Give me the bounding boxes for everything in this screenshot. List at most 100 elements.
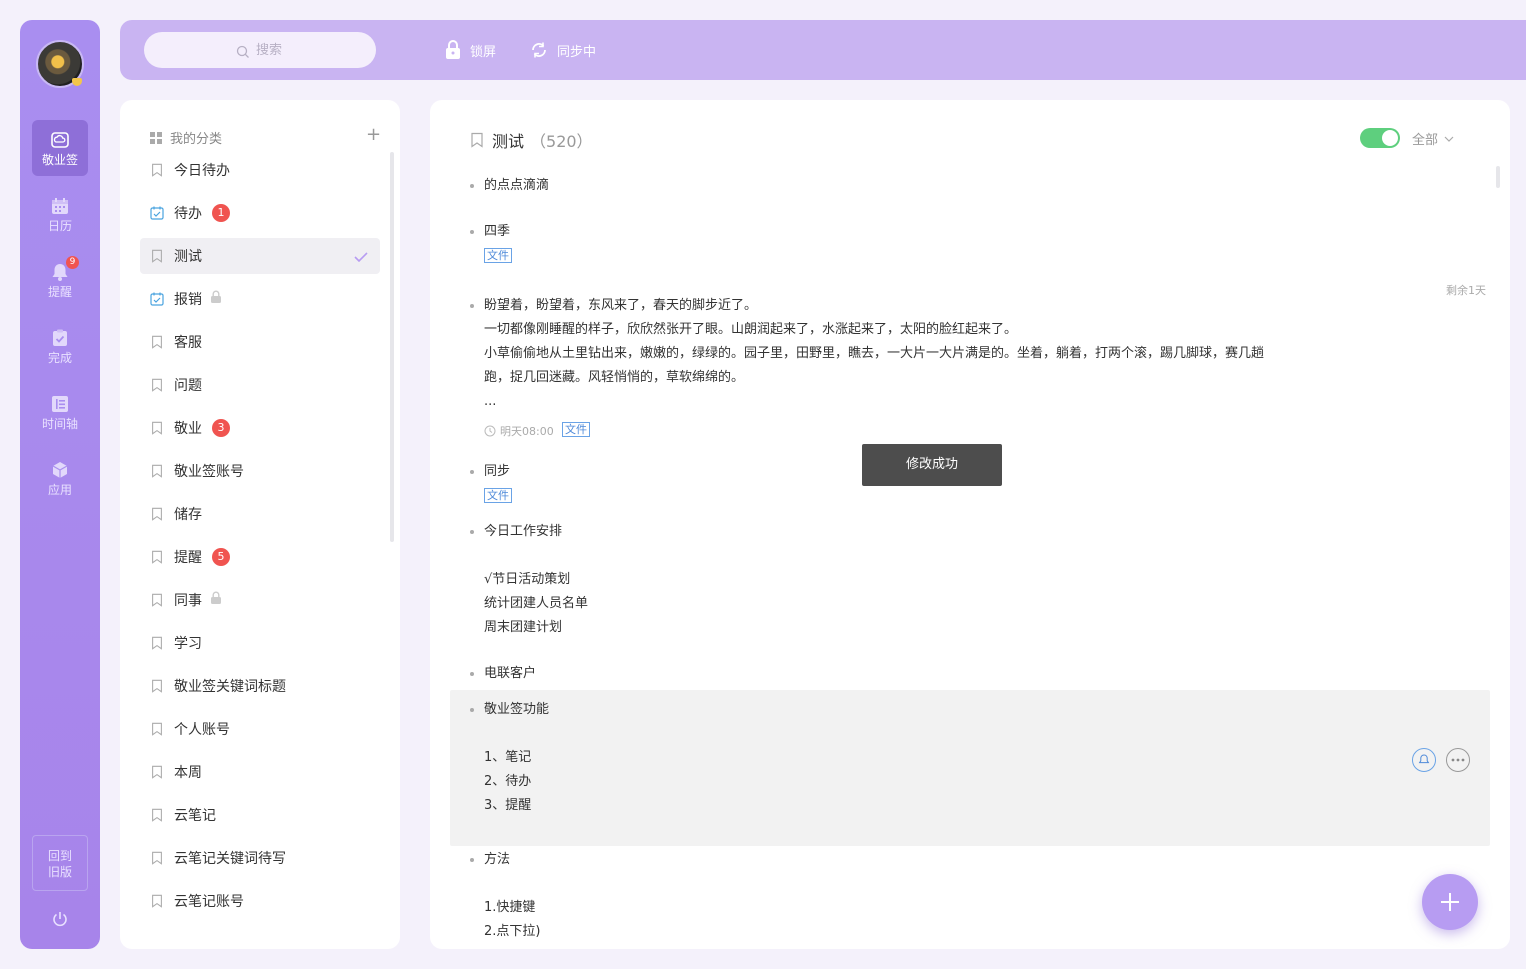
category-item[interactable]: 问题	[140, 367, 380, 403]
calendar-icon	[50, 196, 70, 216]
nav-label: 时间轴	[41, 416, 78, 431]
bullet-dot	[470, 858, 474, 862]
category-item[interactable]: 提醒 5	[140, 539, 380, 575]
note-title: 盼望着，盼望着，东风来了，春天的脚步近了。	[484, 298, 758, 313]
left-nav: 敬业签 日历 9 提醒 完成 时间轴 应用 回到 旧版	[20, 20, 100, 949]
note-item[interactable]: 电联客户	[450, 662, 1490, 688]
vip-crown-icon	[72, 78, 82, 86]
lock-screen-label: 锁屏	[470, 44, 497, 60]
sync-label: 同步中	[557, 44, 597, 60]
bullet-dot	[470, 304, 474, 308]
category-label: 客服	[174, 335, 202, 351]
category-item[interactable]: 个人账号	[140, 711, 380, 747]
note-text-line: 周末团建计划	[484, 620, 563, 635]
calendar-check-icon	[150, 292, 164, 306]
filter-label: 全部	[1412, 133, 1439, 148]
bell-icon: 9	[50, 255, 79, 282]
count-badge: 5	[212, 548, 230, 566]
add-note-button[interactable]	[1422, 874, 1478, 930]
file-tag[interactable]: 文件	[484, 488, 512, 503]
note-item[interactable]: 方法 1.快捷键 2.点下拉)	[450, 848, 1490, 949]
filter-dropdown[interactable]: 全部	[1412, 129, 1454, 148]
note-count: （520）	[530, 132, 593, 151]
notes-scrollbar[interactable]	[1496, 166, 1500, 188]
bookmark-icon	[150, 550, 164, 564]
lock-screen-button[interactable]: 锁屏	[444, 40, 496, 60]
power-icon[interactable]	[50, 909, 70, 929]
remaining-days-label: 剩余1天	[1446, 284, 1486, 297]
bookmark-icon	[150, 378, 164, 392]
category-label: 储存	[174, 507, 202, 523]
reminder-badge: 9	[66, 255, 79, 269]
page-title: 测试 （520）	[470, 128, 593, 152]
note-title: 四季	[484, 224, 511, 239]
show-toggle[interactable]	[1360, 128, 1400, 148]
note-text-line: 3、提醒	[484, 798, 532, 813]
add-category-button[interactable]: +	[366, 126, 381, 144]
bullet-dot	[470, 530, 474, 534]
nav-item-notes[interactable]: 敬业签	[32, 120, 88, 176]
category-item[interactable]: 报销	[140, 281, 380, 317]
category-label: 测试	[174, 249, 202, 265]
category-item[interactable]: 客服	[140, 324, 380, 360]
set-reminder-button[interactable]	[1412, 748, 1436, 772]
nav-item-calendar[interactable]: 日历	[32, 186, 88, 242]
category-item[interactable]: 测试	[140, 238, 380, 274]
category-item[interactable]: 敬业签账号	[140, 453, 380, 489]
bookmark-icon	[150, 851, 164, 865]
category-item[interactable]: 待办 1	[140, 195, 380, 231]
category-label: 同事	[174, 593, 202, 609]
note-title: 同步	[484, 464, 511, 479]
nav-label: 完成	[47, 350, 72, 365]
nav-item-timeline[interactable]: 时间轴	[32, 384, 88, 440]
cloud-note-icon	[50, 130, 70, 150]
more-options-button[interactable]	[1446, 748, 1470, 772]
cube-icon	[50, 460, 70, 480]
bullet-dot	[470, 708, 474, 712]
note-text-line: 1、笔记	[484, 750, 532, 765]
category-header: 我的分类	[150, 128, 222, 147]
category-item[interactable]: 本周	[140, 754, 380, 790]
nav-item-done[interactable]: 完成	[32, 318, 88, 374]
note-item[interactable]: 四季 文件	[450, 220, 1490, 266]
bullet-dot	[470, 230, 474, 234]
toast-message: 修改成功	[862, 444, 1002, 486]
category-panel: 我的分类 + 今日待办待办 1 测试报销客服问题敬业 3 敬业签账号储存提醒 5 同事学习敬…	[120, 100, 400, 949]
category-item[interactable]: 今日待办	[140, 152, 380, 188]
category-label: 云笔记账号	[174, 894, 244, 910]
category-item[interactable]: 敬业签关键词标题	[140, 668, 380, 704]
note-item[interactable]: 盼望着，盼望着，东风来了，春天的脚步近了。 一切都像刚睡醒的样子，欣欣然张开了眼。…	[450, 284, 1490, 440]
bookmark-icon	[150, 636, 164, 650]
nav-item-reminder[interactable]: 9 提醒	[32, 252, 88, 308]
bookmark-icon	[150, 593, 164, 607]
file-tag[interactable]: 文件	[484, 248, 512, 263]
category-item[interactable]: 学习	[140, 625, 380, 661]
search-input[interactable]	[144, 32, 376, 68]
sync-icon	[532, 42, 546, 58]
nav-label: 日历	[47, 218, 72, 233]
category-item[interactable]: 同事	[140, 582, 380, 618]
bookmark-icon	[471, 132, 483, 148]
sync-button[interactable]: 同步中	[529, 40, 596, 60]
note-item[interactable]: 今日工作安排 √节日活动策划 统计团建人员名单 周末团建计划	[450, 520, 1490, 644]
category-label: 待办	[174, 206, 202, 222]
category-item[interactable]: 云笔记账号	[140, 883, 380, 919]
category-label: 提醒	[174, 550, 202, 566]
category-item[interactable]: 云笔记关键词待写	[140, 840, 380, 876]
bookmark-icon	[150, 464, 164, 478]
nav-item-apps[interactable]: 应用	[32, 450, 88, 506]
category-scrollbar[interactable]	[390, 152, 394, 542]
note-item[interactable]: 的点点滴滴	[450, 174, 1490, 200]
timeline-icon	[50, 394, 70, 414]
category-item[interactable]: 云笔记	[140, 797, 380, 833]
back-to-old-version-button[interactable]: 回到 旧版	[32, 835, 88, 891]
category-item[interactable]: 敬业 3	[140, 410, 380, 446]
category-item[interactable]: 储存	[140, 496, 380, 532]
grid-icon	[150, 131, 162, 144]
note-item[interactable]: 敬业签功能 1、笔记 2、待办 3、提醒	[450, 690, 1490, 846]
file-tag[interactable]: 文件	[562, 422, 590, 437]
bookmark-icon	[150, 808, 164, 822]
lock-icon	[446, 40, 460, 59]
category-label: 敬业签账号	[174, 464, 244, 480]
old-version-label-1: 回到	[47, 849, 72, 863]
